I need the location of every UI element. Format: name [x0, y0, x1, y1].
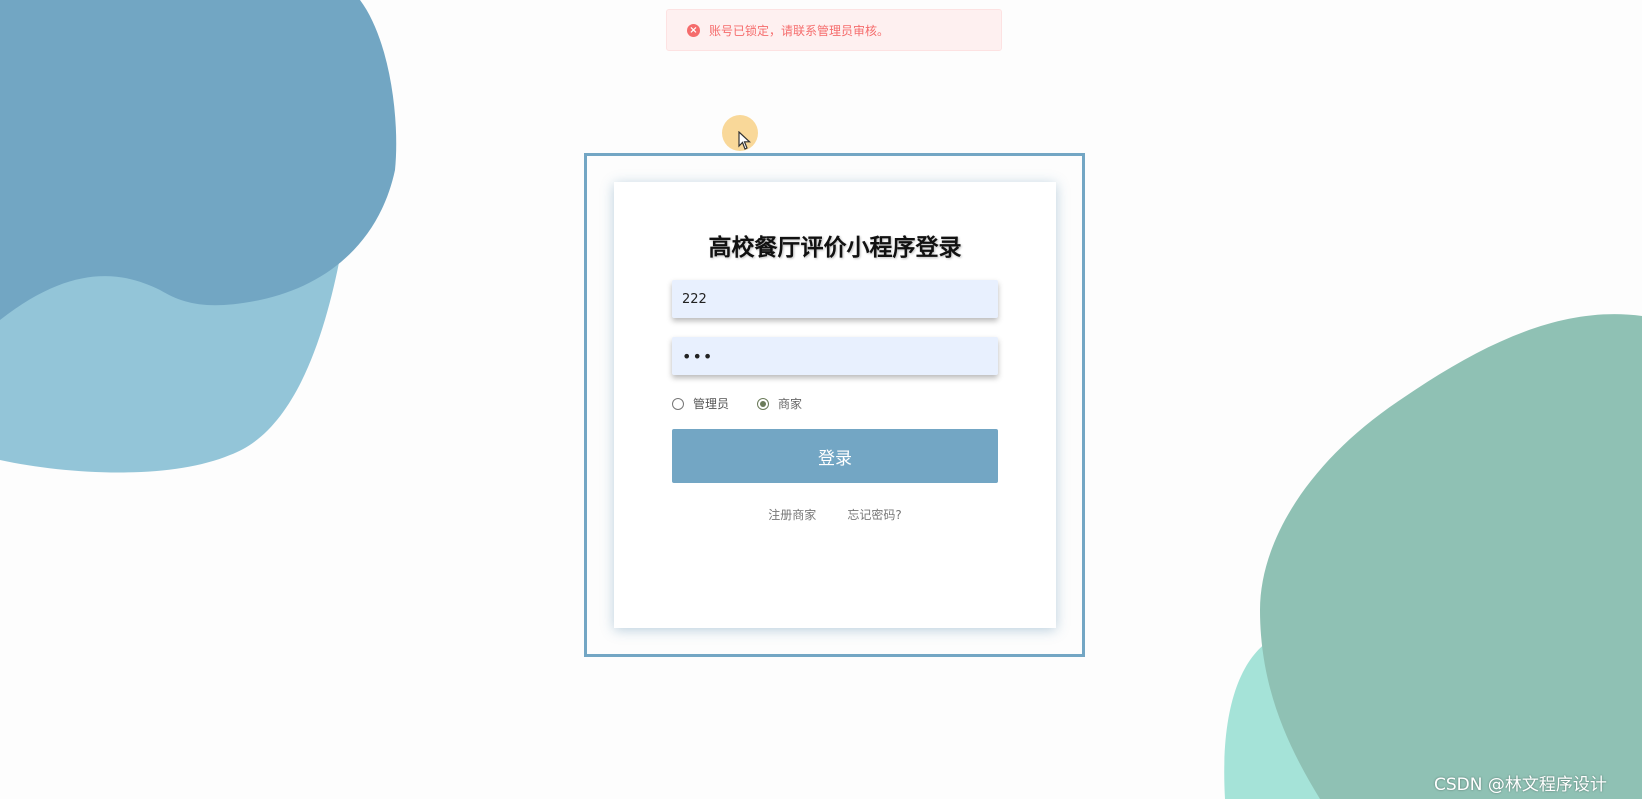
blob-bottom-right-dark [1260, 314, 1642, 799]
login-page: × 账号已锁定，请联系管理员审核。 高校餐厅评价小程序登录 管理员 商家 登录 … [0, 0, 1642, 799]
login-title: 高校餐厅评价小程序登录 [708, 235, 962, 261]
radio-unchecked-icon [672, 397, 684, 410]
role-option-admin[interactable]: 管理员 [672, 395, 729, 412]
watermark-text: CSDN @林文程序设计 [1434, 775, 1607, 795]
password-input[interactable] [672, 337, 998, 375]
role-label: 管理员 [693, 397, 730, 411]
username-input[interactable] [672, 280, 998, 318]
role-option-merchant[interactable]: 商家 [757, 395, 802, 412]
radio-checked-icon [757, 397, 770, 410]
forgot-password-link[interactable]: 忘记密码? [847, 508, 901, 522]
register-merchant-link[interactable]: 注册商家 [768, 508, 816, 522]
alert-message: 账号已锁定，请联系管理员审核。 [709, 23, 890, 38]
error-alert: × 账号已锁定，请联系管理员审核。 [666, 9, 1002, 51]
role-radio-group: 管理员 商家 [672, 395, 830, 412]
login-button[interactable]: 登录 [672, 429, 998, 483]
mouse-pointer-icon [738, 131, 752, 150]
role-label: 商家 [778, 397, 803, 411]
login-card: 高校餐厅评价小程序登录 管理员 商家 登录 注册商家 忘记密码? [614, 182, 1056, 628]
auth-links: 注册商家 忘记密码? [614, 504, 1056, 523]
error-circle-icon: × [687, 23, 700, 37]
